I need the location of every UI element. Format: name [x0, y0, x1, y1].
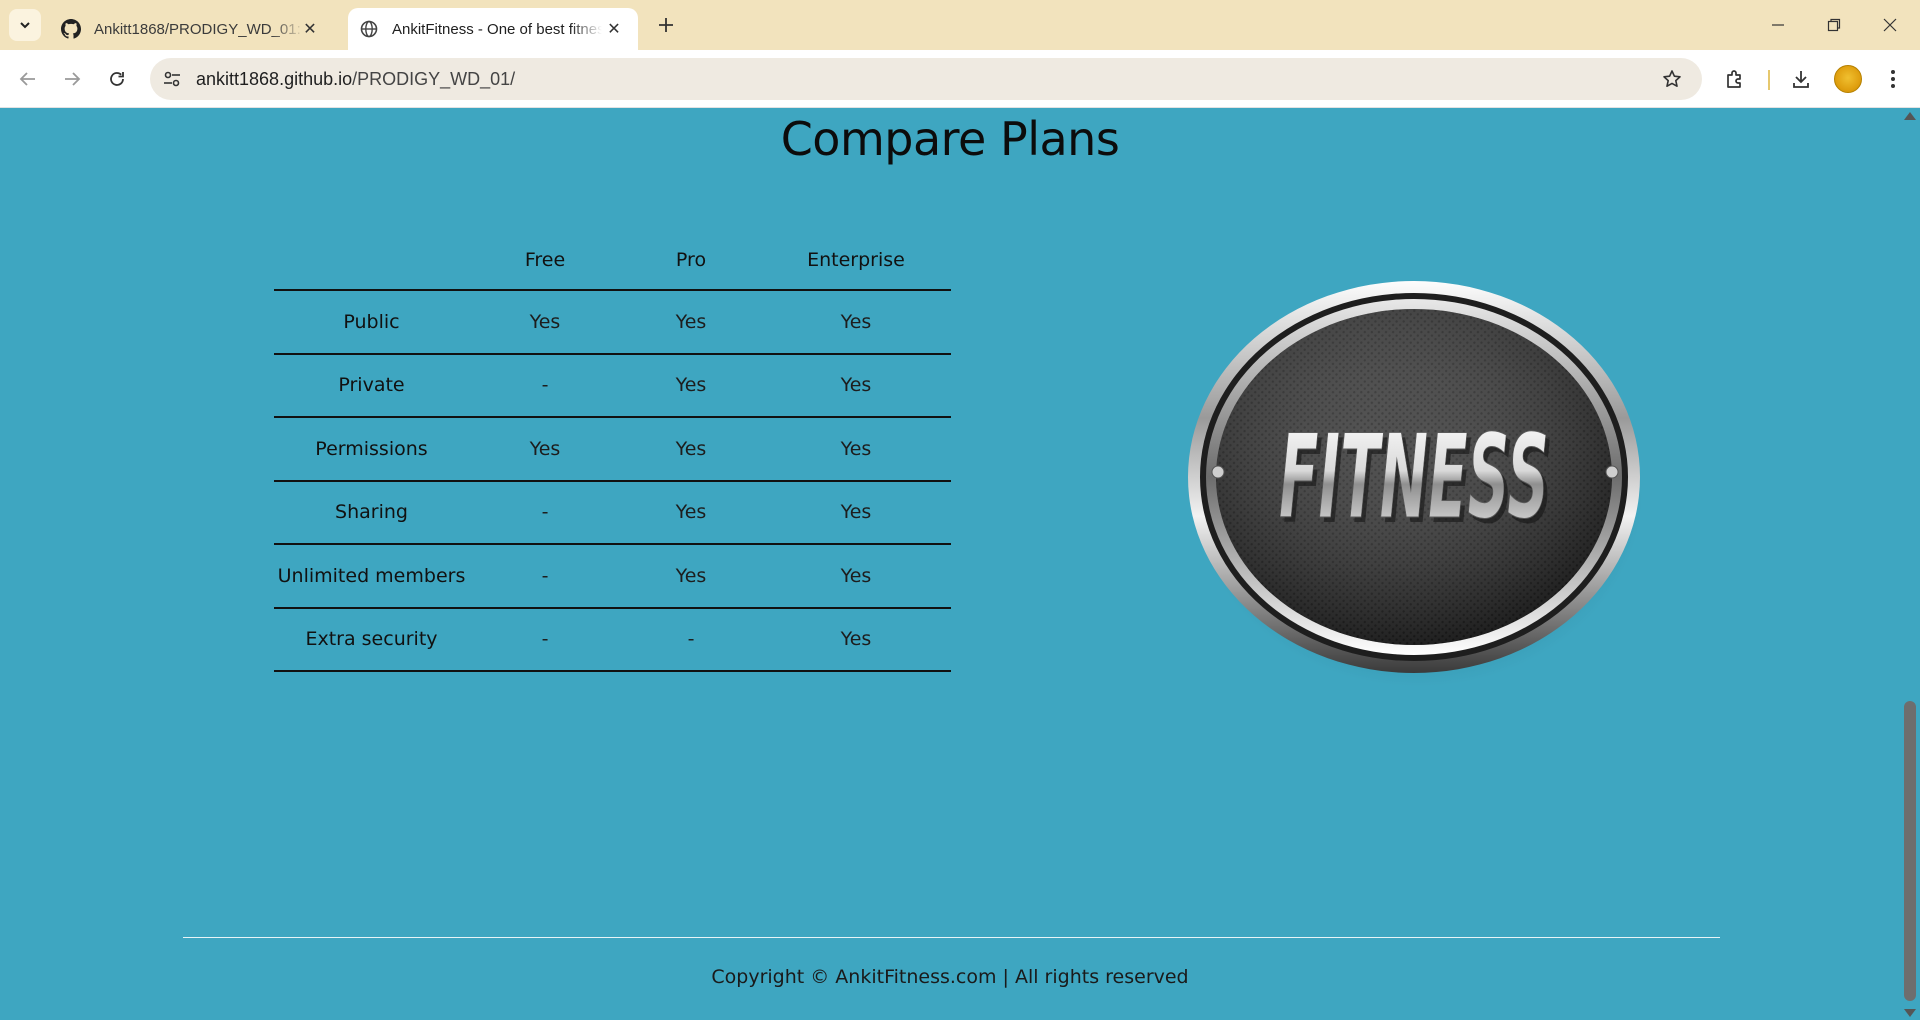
globe-icon	[358, 18, 380, 40]
column-header-pro: Pro	[675, 248, 707, 271]
plus-icon	[659, 18, 673, 32]
browser-toolbar: ankitt1868.github.io/PRODIGY_WD_01/	[0, 50, 1920, 108]
table-row: Public Yes Yes Yes	[274, 290, 951, 354]
feature-cell: Unlimited members	[277, 564, 466, 587]
close-icon[interactable]: ✕	[300, 19, 320, 39]
tab-search-button[interactable]	[9, 9, 41, 41]
feature-cell: Public	[343, 310, 400, 333]
arrow-right-icon	[65, 72, 81, 86]
compare-plans-table: Free Pro Enterprise Public Yes Yes Yes P…	[274, 230, 951, 672]
browser-menu-button[interactable]	[1876, 62, 1910, 96]
free-cell: -	[541, 564, 549, 587]
table-row: Private - Yes Yes	[274, 354, 951, 417]
free-cell: -	[541, 374, 549, 397]
table-row: Unlimited members - Yes Yes	[274, 544, 951, 608]
tab-title: AnkitFitness - One of best fitness	[392, 20, 602, 38]
tab-github[interactable]: Ankitt1868/PRODIGY_WD_01: It ✕	[52, 8, 334, 50]
table-row: Sharing - Yes Yes	[274, 481, 951, 544]
restore-button[interactable]	[1806, 0, 1862, 50]
minimize-button[interactable]	[1750, 0, 1806, 50]
fitness-logo-image: FITNESS FITNESS	[1188, 281, 1643, 687]
enterprise-cell: Yes	[840, 374, 872, 397]
feature-cell: Extra security	[305, 628, 438, 651]
downloads-button[interactable]	[1784, 62, 1818, 96]
new-tab-button[interactable]	[652, 11, 680, 39]
enterprise-cell: Yes	[840, 501, 872, 524]
scroll-down-arrow-icon[interactable]	[1904, 1009, 1916, 1017]
reload-icon	[110, 72, 124, 86]
tab-title: Ankitt1868/PRODIGY_WD_01: It	[94, 20, 304, 38]
column-header-enterprise: Enterprise	[807, 248, 905, 271]
forward-button[interactable]	[55, 62, 89, 96]
puzzle-icon	[1727, 70, 1741, 88]
pro-cell: Yes	[675, 437, 707, 460]
table-row: Extra security - - Yes	[274, 608, 951, 671]
free-cell: Yes	[529, 310, 561, 333]
toolbar-separator	[1768, 70, 1770, 90]
table-header-row: Free Pro Enterprise	[274, 230, 951, 290]
profile-avatar[interactable]	[1834, 65, 1862, 93]
back-button[interactable]	[11, 62, 45, 96]
more-vertical-icon	[1891, 70, 1895, 88]
address-bar[interactable]: ankitt1868.github.io/PRODIGY_WD_01/	[150, 58, 1702, 100]
url-path: /PRODIGY_WD_01/	[352, 69, 516, 89]
pro-cell: Yes	[675, 564, 707, 587]
footer-copyright: Copyright © AnkitFitness.com | All right…	[711, 966, 1189, 988]
pro-cell: Yes	[675, 310, 707, 333]
github-icon	[60, 18, 82, 40]
page-title: Compare Plans	[780, 112, 1120, 166]
page-viewport: Compare Plans Free Pro Enterprise Public…	[0, 109, 1900, 1020]
column-header-feature	[274, 230, 469, 290]
free-cell: -	[541, 501, 549, 524]
table-row: Permissions Yes Yes Yes	[274, 417, 951, 481]
url-text: ankitt1868.github.io/PRODIGY_WD_01/	[196, 69, 515, 90]
scrollbar-thumb[interactable]	[1904, 701, 1916, 1001]
enterprise-cell: Yes	[840, 628, 872, 651]
site-settings-icon[interactable]	[160, 67, 184, 91]
feature-cell: Private	[338, 374, 405, 397]
feature-cell: Permissions	[315, 437, 428, 460]
tab-ankitfitness[interactable]: AnkitFitness - One of best fitness ✕	[348, 8, 638, 50]
pro-cell: -	[687, 628, 695, 651]
free-cell: Yes	[529, 437, 561, 460]
enterprise-cell: Yes	[840, 564, 872, 587]
close-window-button[interactable]	[1862, 0, 1918, 50]
page-scrollbar[interactable]	[1900, 109, 1920, 1020]
download-icon	[1793, 71, 1809, 88]
pro-cell: Yes	[675, 374, 707, 397]
free-cell: -	[541, 628, 549, 651]
reload-button[interactable]	[100, 62, 134, 96]
enterprise-cell: Yes	[840, 310, 872, 333]
scroll-up-arrow-icon[interactable]	[1904, 112, 1916, 120]
close-icon[interactable]: ✕	[604, 19, 624, 39]
logo-text: FITNESS	[1279, 410, 1549, 545]
arrow-left-icon	[19, 72, 35, 86]
pro-cell: Yes	[675, 501, 707, 524]
minimize-icon	[1772, 24, 1784, 26]
extensions-button[interactable]	[1718, 62, 1752, 96]
bookmark-star-icon[interactable]	[1660, 67, 1684, 91]
tab-strip: Ankitt1868/PRODIGY_WD_01: It ✕ AnkitFitn…	[0, 0, 1920, 50]
footer-divider	[183, 937, 1720, 938]
column-header-free: Free	[524, 248, 566, 271]
chevron-down-icon	[20, 22, 30, 29]
enterprise-cell: Yes	[840, 437, 872, 460]
feature-cell: Sharing	[335, 501, 408, 524]
close-icon	[1883, 18, 1897, 32]
restore-icon	[1827, 18, 1841, 32]
url-host: ankitt1868.github.io	[196, 69, 353, 89]
